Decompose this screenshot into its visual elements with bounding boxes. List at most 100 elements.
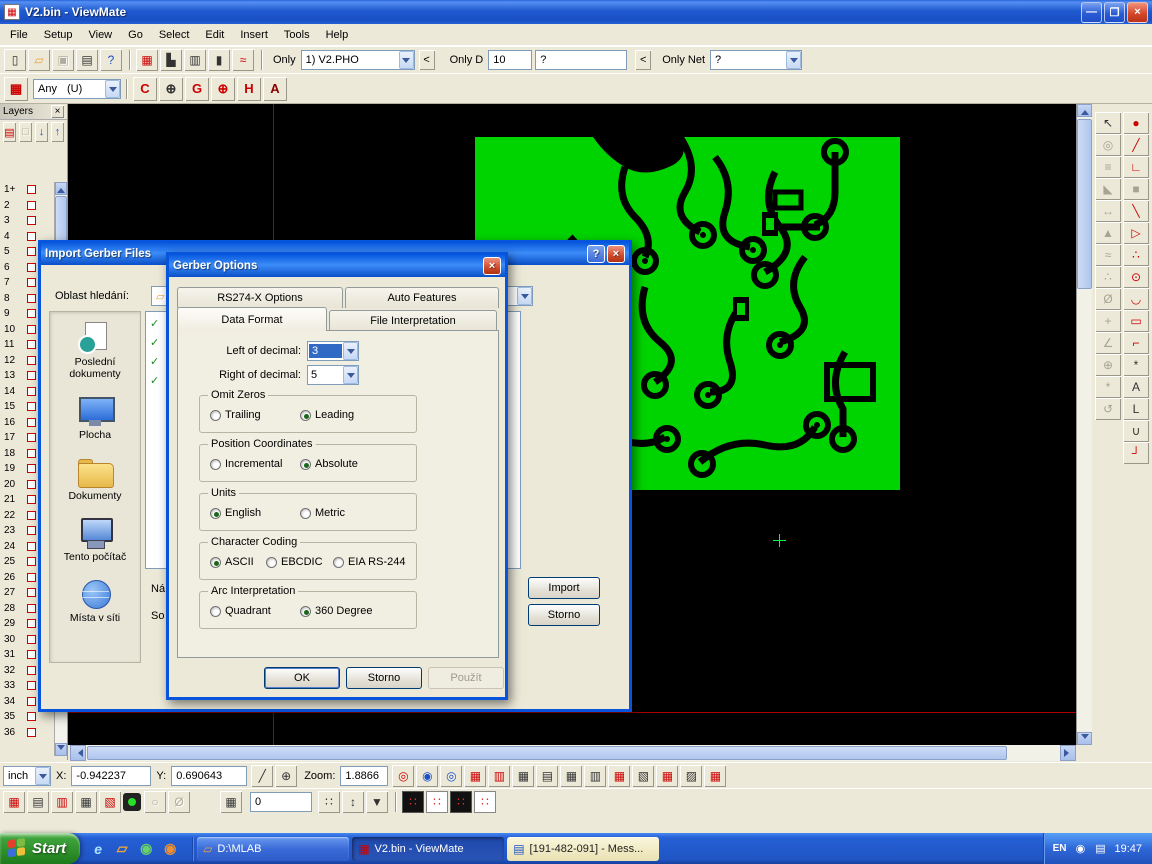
- radio-ebcdic[interactable]: EBCDIC: [266, 556, 323, 568]
- select-cursor-icon[interactable]: ↖: [1095, 112, 1121, 134]
- tray-keyboard-icon[interactable]: ▤: [1092, 841, 1108, 857]
- layer-color-chip[interactable]: [27, 728, 36, 737]
- messenger-icon[interactable]: ◉: [136, 839, 156, 859]
- layer-color-chip[interactable]: [27, 340, 36, 349]
- layer-row[interactable]: 3: [0, 213, 55, 229]
- pattern-button-2[interactable]: ∷: [426, 791, 448, 813]
- grid-dark-3-icon[interactable]: ▦: [560, 765, 582, 787]
- height-button[interactable]: ↕: [342, 791, 364, 813]
- dcode-c-button[interactable]: C: [133, 77, 157, 101]
- zoom-value-field[interactable]: 1.8866: [340, 766, 388, 786]
- scroll-up-icon[interactable]: [55, 182, 67, 195]
- tab-auto-features[interactable]: Auto Features: [345, 287, 499, 308]
- minimize-button[interactable]: —: [1081, 2, 1102, 23]
- chevron-down-icon[interactable]: [35, 767, 50, 785]
- layer-color-chip[interactable]: [27, 557, 36, 566]
- clock[interactable]: 19:47: [1114, 843, 1142, 855]
- radio-360-degree[interactable]: 360 Degree: [300, 605, 373, 617]
- swap-icon[interactable]: ↔: [1095, 200, 1121, 222]
- dcode-h-button[interactable]: H: [237, 77, 261, 101]
- layer-color-chip[interactable]: [27, 325, 36, 334]
- grid-red-3-icon[interactable]: ▦: [608, 765, 630, 787]
- pad-tool-icon[interactable]: ●: [1123, 112, 1149, 134]
- menu-item[interactable]: Go: [120, 26, 151, 44]
- scroll-down-icon[interactable]: [1077, 732, 1092, 745]
- layer-color-chip[interactable]: [27, 309, 36, 318]
- angle-tool-icon[interactable]: ∠: [1095, 332, 1121, 354]
- layer-color-chip[interactable]: [27, 526, 36, 535]
- close-button[interactable]: ×: [1127, 2, 1148, 23]
- chevron-down-icon[interactable]: [343, 366, 358, 384]
- layers-panel-header[interactable]: Layers ×: [0, 104, 67, 120]
- tab-data-format[interactable]: Data Format: [177, 307, 327, 331]
- layer-color-chip[interactable]: [27, 356, 36, 365]
- only-net-label[interactable]: Only Net: [657, 54, 710, 66]
- radio-english[interactable]: English: [210, 507, 261, 519]
- open-file-button[interactable]: ▱: [28, 49, 50, 71]
- dcode-grid-icon[interactable]: ▦: [136, 49, 158, 71]
- rectangle-tool-icon[interactable]: ▭: [1123, 310, 1149, 332]
- grid-hatch-icon[interactable]: ▧: [632, 765, 654, 787]
- layer-color-chip[interactable]: [27, 185, 36, 194]
- chevron-down-icon[interactable]: [517, 287, 532, 305]
- only-dcode-label[interactable]: Only D: [445, 54, 489, 66]
- layer-color-chip[interactable]: [27, 697, 36, 706]
- radio-leading[interactable]: Leading: [300, 409, 354, 421]
- dots-tool-icon[interactable]: ∴: [1123, 244, 1149, 266]
- layer-down-button[interactable]: ↓: [35, 122, 48, 142]
- place-recent-documents[interactable]: Poslední dokumenty: [50, 322, 140, 380]
- prev-dcode-button[interactable]: <: [635, 50, 651, 70]
- grid-dark-2-icon[interactable]: ▤: [536, 765, 558, 787]
- count-field[interactable]: 0: [250, 792, 312, 812]
- storno-button[interactable]: Storno: [528, 604, 600, 626]
- layer-row[interactable]: 1+: [0, 182, 55, 198]
- dots-grid-button[interactable]: ∷: [318, 791, 340, 813]
- small-grid-2-icon[interactable]: ▤: [27, 791, 49, 813]
- place-my-computer[interactable]: Tento počítač: [50, 517, 140, 563]
- menu-item[interactable]: Edit: [197, 26, 232, 44]
- dcode-g-button[interactable]: G: [185, 77, 209, 101]
- layer-color-chip[interactable]: [27, 542, 36, 551]
- grid-dark-1-icon[interactable]: ▦: [512, 765, 534, 787]
- angle-line-tool-icon[interactable]: ∟: [1123, 156, 1149, 178]
- layer-color-chip[interactable]: [27, 573, 36, 582]
- scrollbar-thumb[interactable]: [1077, 119, 1092, 289]
- radio-quadrant[interactable]: Quadrant: [210, 605, 271, 617]
- layer-color-chip[interactable]: [27, 278, 36, 287]
- tab-file-interpretation[interactable]: File Interpretation: [329, 310, 497, 331]
- mirror-icon[interactable]: ▲: [1095, 222, 1121, 244]
- snap-icon[interactable]: ∴: [1095, 266, 1121, 288]
- restore-button[interactable]: ❐: [1104, 2, 1125, 23]
- chevron-down-icon[interactable]: [399, 51, 414, 69]
- tab-rs274x-options[interactable]: RS274-X Options: [177, 287, 343, 308]
- dcode-value-field[interactable]: 10: [488, 50, 532, 70]
- help-icon[interactable]: ?: [587, 245, 605, 263]
- bars-icon[interactable]: ▮: [208, 49, 230, 71]
- small-grid-3-icon[interactable]: ▥: [51, 791, 73, 813]
- redraw-icon[interactable]: ◎: [1095, 134, 1121, 156]
- layer-color-chip[interactable]: [27, 511, 36, 520]
- chevron-down-icon[interactable]: [343, 342, 358, 360]
- scrollbar-thumb[interactable]: [55, 196, 67, 242]
- vertical-scrollbar[interactable]: [1077, 104, 1092, 745]
- pan-icon[interactable]: +: [1095, 310, 1121, 332]
- close-icon[interactable]: ×: [51, 105, 64, 118]
- pattern-button-3[interactable]: ∷: [450, 791, 472, 813]
- start-button[interactable]: Start: [0, 833, 80, 864]
- origin-target-icon[interactable]: ⊕: [1095, 354, 1121, 376]
- corner-tool-icon[interactable]: ⌐: [1123, 332, 1149, 354]
- layer-color-chip[interactable]: [27, 201, 36, 210]
- prev-layer-button[interactable]: <: [419, 50, 435, 70]
- aperture-report-icon[interactable]: ▙: [160, 49, 182, 71]
- print-button[interactable]: ▤: [76, 49, 98, 71]
- import-button[interactable]: Import: [528, 577, 600, 599]
- close-icon[interactable]: ×: [607, 245, 625, 263]
- layer-color-chip[interactable]: [27, 712, 36, 721]
- label-tool-icon[interactable]: L: [1123, 398, 1149, 420]
- layer-color-chip[interactable]: [27, 232, 36, 241]
- layer-color-chip[interactable]: [27, 433, 36, 442]
- zoom-in-icon[interactable]: ◉: [416, 765, 438, 787]
- layer-row[interactable]: 2: [0, 198, 55, 214]
- new-file-button[interactable]: ▯: [4, 49, 26, 71]
- grid-red-4-icon[interactable]: ▦: [656, 765, 678, 787]
